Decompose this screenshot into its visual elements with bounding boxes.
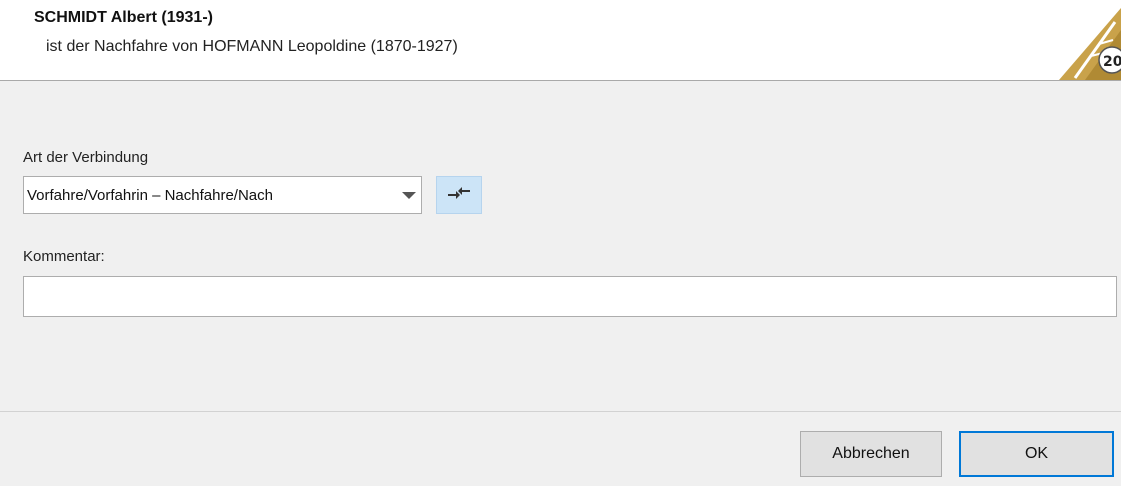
connection-type-value: Vorfahre/Vorfahrin – Nachfahre/Nach (27, 186, 273, 204)
comment-field[interactable] (23, 276, 1117, 317)
dialog-header: SCHMIDT Albert (1931-) ist der Nachfahre… (0, 0, 1121, 81)
swap-arrows-icon (446, 185, 472, 206)
chevron-down-icon (397, 177, 421, 213)
relation-subtitle: ist der Nachfahre von HOFMANN Leopoldine… (46, 38, 458, 55)
connection-type-select[interactable]: Vorfahre/Vorfahrin – Nachfahre/Nach (23, 176, 422, 214)
dialog-body: Art der Verbindung Vorfahre/Vorfahrin – … (0, 81, 1121, 411)
dialog-footer: Abbrechen OK (0, 411, 1121, 486)
logo-text: 20 (1103, 54, 1121, 70)
ok-button[interactable]: OK (959, 431, 1114, 477)
swap-direction-button[interactable] (436, 176, 482, 214)
connection-type-label: Art der Verbindung (23, 149, 149, 166)
comment-label: Kommentar: (23, 248, 105, 265)
cancel-button[interactable]: Abbrechen (800, 431, 942, 477)
app-logo: 20 (1045, 0, 1121, 80)
person-title: SCHMIDT Albert (1931-) (34, 9, 213, 26)
